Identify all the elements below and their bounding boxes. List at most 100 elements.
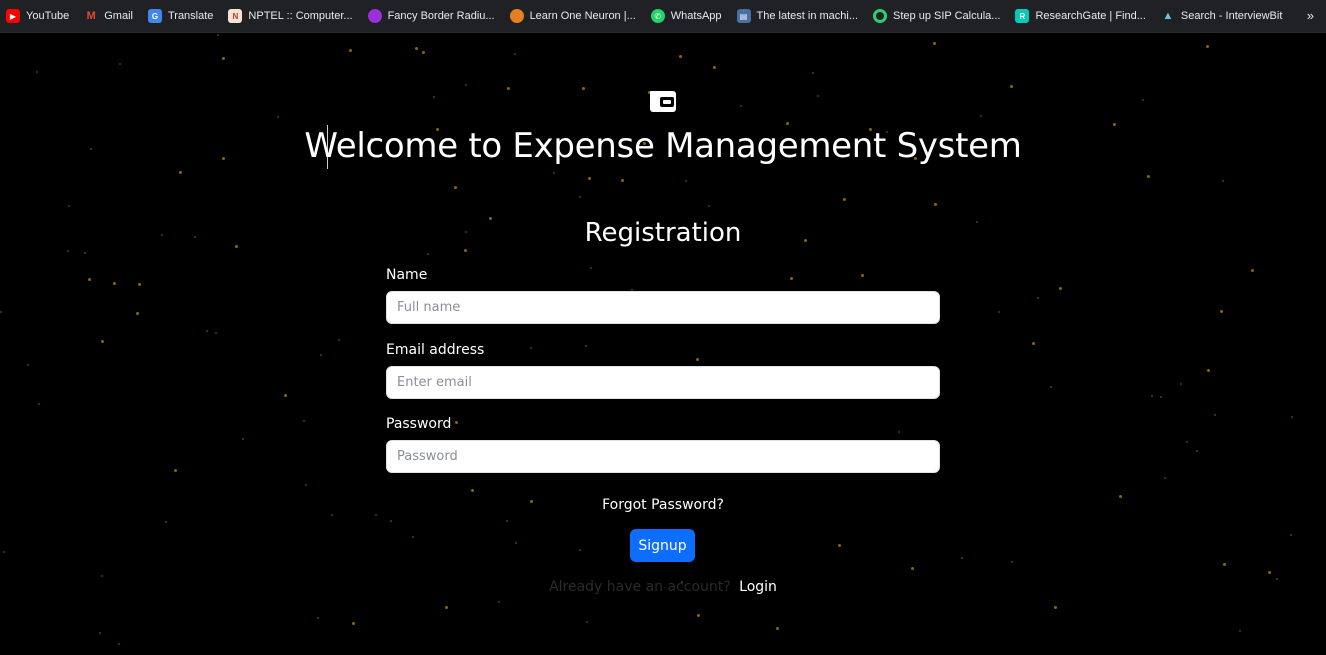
star-dot — [786, 122, 789, 125]
bookmark-papers[interactable]: ▤ The latest in machi... — [736, 9, 859, 23]
more-bookmarks-button[interactable]: » — [1307, 8, 1314, 23]
star-dot — [911, 567, 914, 570]
star-dot — [998, 311, 1000, 313]
star-dot — [174, 469, 177, 472]
star-dot — [1214, 414, 1216, 416]
star-dot — [1011, 561, 1013, 563]
star-dot — [375, 514, 377, 516]
bookmark-translate[interactable]: G Translate — [147, 9, 214, 23]
star-dot — [303, 420, 305, 422]
star-dot — [582, 87, 585, 90]
star-dot — [817, 95, 819, 97]
whatsapp-icon: ✆ — [650, 9, 665, 23]
bookmark-label: NPTEL :: Computer... — [248, 10, 353, 22]
papers-icon: ▤ — [736, 9, 751, 23]
star-dot — [88, 278, 91, 281]
star-dot — [464, 249, 467, 252]
star-dot — [585, 345, 587, 347]
password-label: Password — [386, 416, 452, 432]
researchgate-icon: R — [1015, 9, 1030, 23]
nptel-icon: N — [228, 9, 243, 23]
star-dot — [843, 198, 846, 201]
star-dot — [320, 354, 322, 356]
star-dot — [1239, 630, 1241, 632]
star-dot — [38, 403, 40, 405]
name-input[interactable] — [386, 291, 940, 324]
star-dot — [934, 203, 937, 206]
bookmark-nptel[interactable]: N NPTEL :: Computer... — [228, 9, 353, 23]
email-input[interactable] — [386, 366, 940, 399]
bookmark-label: Learn One Neuron |... — [529, 10, 636, 22]
bookmark-researchgate[interactable]: R ResearchGate | Find... — [1015, 9, 1146, 23]
star-dot — [465, 84, 467, 86]
bookmark-fancy-border[interactable]: Fancy Border Radiu... — [367, 9, 495, 23]
star-dot — [685, 180, 687, 182]
star-dot — [179, 171, 182, 174]
star-dot — [99, 632, 101, 634]
star-dot — [138, 283, 141, 286]
star-dot — [1037, 297, 1039, 299]
star-dot — [1251, 269, 1254, 272]
star-dot — [579, 196, 581, 198]
star-dot — [422, 51, 425, 54]
bookmark-label: Search - InterviewBit — [1180, 10, 1283, 22]
star-dot — [1268, 571, 1271, 574]
gmail-icon: M — [86, 10, 96, 22]
star-dot — [215, 332, 217, 334]
star-dot — [352, 622, 355, 625]
bookmark-whatsapp[interactable]: ✆ WhatsApp — [650, 9, 722, 23]
bookmark-interviewbit[interactable]: ▲ Search - InterviewBit — [1161, 9, 1282, 23]
star-dot — [579, 549, 581, 551]
star-dot — [284, 394, 287, 397]
bookmark-label: Translate — [167, 10, 214, 22]
star-dot — [217, 34, 219, 36]
password-input[interactable] — [386, 440, 940, 473]
star-dot — [27, 364, 29, 366]
bookmark-sip[interactable]: Step up SIP Calcula... — [873, 9, 1000, 23]
star-dot — [507, 87, 510, 90]
bookmark-label: YouTube — [26, 10, 70, 22]
bookmarks-bar: ▶ YouTube M Gmail G Translate N NPTEL ::… — [0, 0, 1326, 33]
star-dot — [412, 536, 414, 538]
page-title: Welcome to Expense Management System — [304, 126, 1022, 166]
star-dot — [586, 621, 588, 623]
star-dot — [530, 347, 532, 349]
star-dot — [36, 71, 38, 73]
star-dot — [515, 542, 517, 544]
login-link[interactable]: Login — [739, 579, 777, 595]
star-dot — [390, 520, 392, 522]
star-dot — [3, 551, 5, 553]
star-dot — [590, 267, 592, 269]
star-dot — [861, 274, 864, 277]
star-dot — [445, 606, 448, 609]
bookmark-gmail[interactable]: M Gmail — [84, 9, 133, 23]
star-dot — [427, 253, 429, 255]
star-dot — [433, 96, 435, 98]
star-dot — [136, 312, 139, 315]
star-dot — [498, 601, 500, 603]
translate-icon: G — [147, 9, 162, 23]
star-dot — [119, 63, 121, 65]
bookmark-neuron[interactable]: Learn One Neuron |... — [509, 9, 636, 23]
forgot-password-link[interactable]: Forgot Password? — [0, 497, 1326, 513]
bookmark-label: The latest in machi... — [756, 10, 859, 22]
star-dot — [708, 205, 710, 207]
star-dot — [1142, 99, 1144, 101]
youtube-icon: ▶ — [6, 9, 20, 23]
star-dot — [679, 55, 682, 58]
neuron-icon — [509, 9, 524, 23]
star-dot — [898, 431, 900, 433]
star-dot — [740, 105, 742, 107]
star-dot — [1180, 383, 1182, 385]
fancy-border-icon — [367, 9, 382, 23]
bookmark-label: Fancy Border Radiu... — [387, 10, 495, 22]
star-dot — [0, 311, 2, 313]
star-dot — [1186, 441, 1188, 443]
star-dot — [553, 172, 555, 174]
bookmark-youtube[interactable]: ▶ YouTube — [6, 9, 69, 23]
interviewbit-icon: ▲ — [1162, 10, 1174, 22]
star-dot — [933, 42, 936, 45]
signup-button[interactable]: Signup — [630, 529, 695, 562]
bookmark-label: Step up SIP Calcula... — [893, 10, 1001, 22]
star-dot — [471, 489, 474, 492]
